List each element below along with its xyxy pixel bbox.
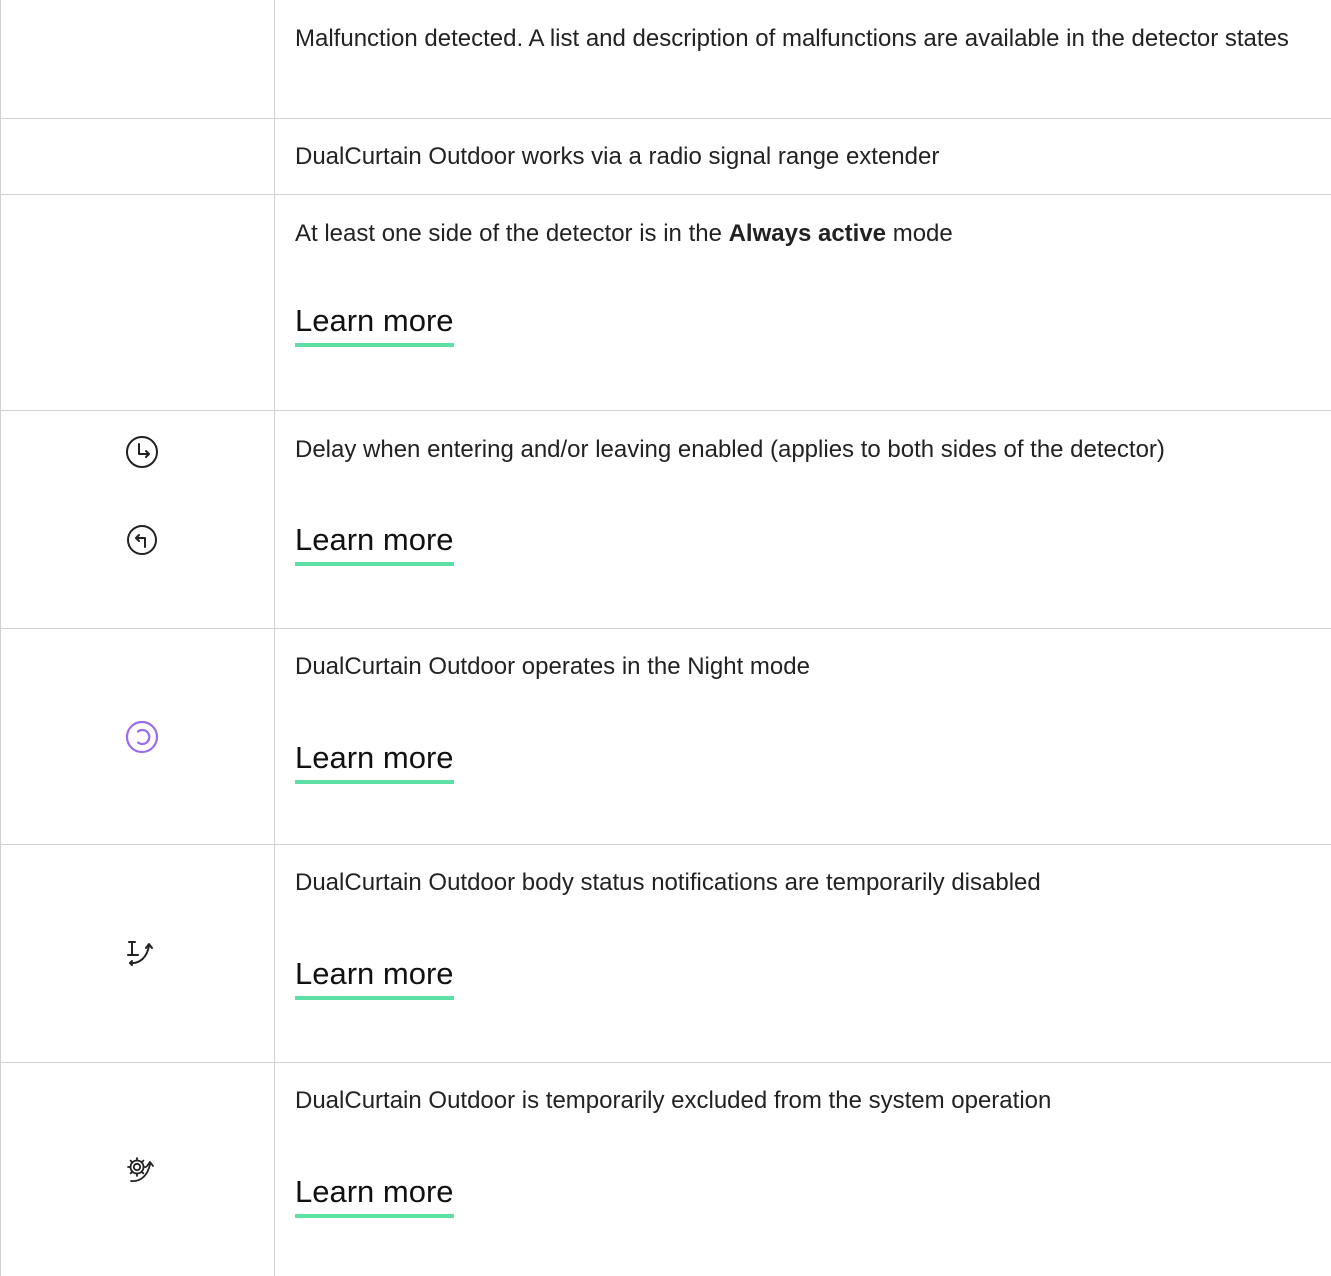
icon-cell <box>1 0 275 118</box>
exit-delay-icon <box>122 520 162 560</box>
learn-more-link[interactable]: Learn more <box>295 301 454 347</box>
table-row: DualCurtain Outdoor body status notifica… <box>1 845 1331 1063</box>
row-description: Delay when entering and/or leaving enabl… <box>295 436 1165 463</box>
table-row: DualCurtain Outdoor is temporarily exclu… <box>1 1063 1331 1276</box>
icon-cell <box>1 845 275 1062</box>
learn-more-link[interactable]: Learn more <box>295 1172 454 1218</box>
table-row: Malfunction detected. A list and descrip… <box>1 0 1331 119</box>
always-active-label: Always active <box>728 220 887 247</box>
row-description: Malfunction detected. A list and descrip… <box>295 25 1289 52</box>
entry-delay-icon <box>122 432 162 472</box>
description-text: mode <box>886 220 953 247</box>
description-text: At least one side of the detector is in … <box>295 220 729 247</box>
table-row: DualCurtain Outdoor works via a radio si… <box>1 119 1331 195</box>
table-row: DualCurtain Outdoor operates in the Nigh… <box>1 629 1331 845</box>
night-mode-icon <box>122 717 162 757</box>
learn-more-link[interactable]: Learn more <box>295 738 454 784</box>
icon-cell <box>1 1063 275 1276</box>
device-icons-table: Malfunction detected. A list and descrip… <box>0 0 1331 1276</box>
icon-cell <box>1 629 275 844</box>
row-description: DualCurtain Outdoor operates in the Nigh… <box>295 653 810 680</box>
row-description: At least one side of the detector is in … <box>295 214 953 254</box>
lid-notifications-disabled-icon <box>122 933 162 973</box>
row-description: DualCurtain Outdoor is temporarily exclu… <box>295 1087 1052 1114</box>
learn-more-link[interactable]: Learn more <box>295 954 454 1000</box>
icon-cell <box>1 411 275 628</box>
device-deactivated-icon <box>122 1150 162 1190</box>
table-row: At least one side of the detector is in … <box>1 195 1331 411</box>
icon-cell <box>1 195 275 410</box>
table-row: Delay when entering and/or leaving enabl… <box>1 411 1331 629</box>
row-description: DualCurtain Outdoor works via a radio si… <box>295 143 940 170</box>
row-description: DualCurtain Outdoor body status notifica… <box>295 869 1041 896</box>
learn-more-link[interactable]: Learn more <box>295 520 454 566</box>
icon-cell <box>1 119 275 194</box>
